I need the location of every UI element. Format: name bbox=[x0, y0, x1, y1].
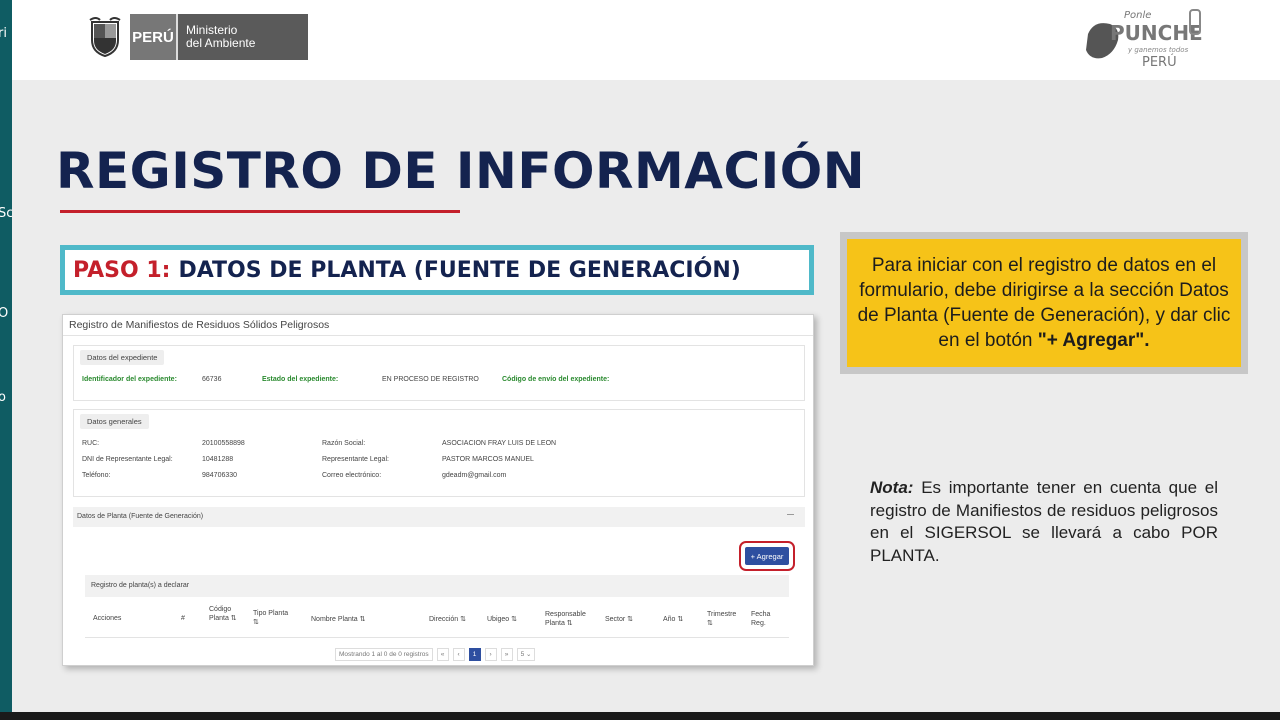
collapse-icon[interactable]: — bbox=[787, 511, 794, 518]
registro-plantas-title: Registro de planta(s) a declarar bbox=[91, 582, 190, 589]
instruction-callout: Para iniciar con el registro de datos en… bbox=[840, 232, 1248, 374]
step-banner-inner: PASO 1: DATOS DE PLANTA (FUENTE DE GENER… bbox=[65, 250, 809, 290]
minam-name: Ministerio del Ambiente bbox=[178, 24, 255, 50]
first-page-button[interactable]: « bbox=[436, 647, 449, 661]
telefono-label: Teléfono: bbox=[82, 472, 111, 479]
note-label: Nota: bbox=[870, 478, 914, 497]
correo-label: Correo electrónico: bbox=[322, 472, 382, 479]
per-page-select[interactable]: 5 ⌄ bbox=[516, 647, 536, 661]
expediente-id-value: 66736 bbox=[202, 376, 222, 383]
datos-planta-title: Datos de Planta (Fuente de Generación) bbox=[77, 513, 204, 520]
representante-value: PASTOR MARCOS MANUEL bbox=[442, 456, 534, 463]
column-header-nombre-planta[interactable]: Nombre Planta ⇅ bbox=[311, 615, 366, 623]
note-text: Es importante tener en cuenta que el reg… bbox=[870, 478, 1218, 565]
column-header-codigo-planta[interactable]: Código Planta ⇅ bbox=[209, 605, 241, 623]
last-page-button[interactable]: » bbox=[500, 647, 513, 661]
step-banner: PASO 1: DATOS DE PLANTA (FUENTE DE GENER… bbox=[60, 245, 814, 295]
representante-label: Representante Legal: bbox=[322, 456, 389, 463]
strip-char: o bbox=[0, 390, 6, 405]
left-window-strip: ri Sc O o bbox=[0, 0, 13, 720]
note-paragraph: Nota: Es importante tener en cuenta que … bbox=[870, 477, 1218, 567]
logo-text-2: PUNCHE bbox=[1110, 21, 1202, 45]
expediente-id-label: Identificador del expediente: bbox=[82, 376, 177, 383]
divider bbox=[63, 335, 813, 336]
page-1-button[interactable]: 1 bbox=[468, 647, 481, 661]
column-header-anio[interactable]: Año ⇅ bbox=[663, 615, 683, 623]
slide-title: REGISTRO DE INFORMACIÓN bbox=[56, 142, 866, 200]
table-divider bbox=[85, 637, 789, 638]
logo-text-3: y ganemos todos bbox=[1127, 46, 1189, 54]
next-page-button[interactable]: › bbox=[484, 647, 497, 661]
datos-planta-header[interactable]: Datos de Planta (Fuente de Generación) — bbox=[73, 507, 805, 527]
dni-label: DNI de Representante Legal: bbox=[82, 456, 173, 463]
column-header-acciones: Acciones bbox=[93, 615, 122, 622]
razon-social-label: Razón Social: bbox=[322, 440, 366, 447]
column-header-tipo-planta[interactable]: Tipo Planta ⇅ bbox=[253, 609, 293, 627]
expediente-estado-label: Estado del expediente: bbox=[262, 376, 339, 383]
title-underline bbox=[60, 210, 460, 213]
peru-coat-of-arms-icon bbox=[89, 17, 121, 58]
step-number: PASO 1: bbox=[73, 257, 171, 283]
expediente-codigo-label: Código de envío del expediente: bbox=[502, 376, 610, 383]
expediente-section-label: Datos del expediente bbox=[80, 350, 165, 365]
ruc-label: RUC: bbox=[82, 440, 100, 447]
expediente-panel: Datos del expediente Identificador del e… bbox=[73, 345, 805, 401]
prev-page-button[interactable]: ‹ bbox=[452, 647, 465, 661]
instruction-text: Para iniciar con el registro de datos en… bbox=[853, 253, 1235, 353]
minam-name-line2: del Ambiente bbox=[186, 36, 256, 50]
agregar-button[interactable]: + Agregar bbox=[745, 547, 789, 565]
column-header-sector[interactable]: Sector ⇅ bbox=[605, 615, 633, 623]
bottom-bar bbox=[0, 712, 1280, 720]
instruction-button-name: "+ Agregar". bbox=[1037, 330, 1150, 351]
column-header-responsable[interactable]: Responsable Planta ⇅ bbox=[545, 610, 591, 628]
strip-char: O bbox=[0, 306, 9, 321]
registro-plantas-header: Registro de planta(s) a declarar bbox=[85, 575, 789, 597]
agregar-highlight: + Agregar bbox=[739, 541, 795, 571]
column-header-numero: # bbox=[181, 615, 185, 622]
strip-char: ri bbox=[0, 26, 7, 41]
column-header-ubigeo[interactable]: Ubigeo ⇅ bbox=[487, 615, 517, 623]
datos-generales-section-label: Datos generales bbox=[80, 414, 149, 429]
dni-value: 10481288 bbox=[202, 456, 234, 463]
column-header-direccion[interactable]: Dirección ⇅ bbox=[429, 615, 466, 623]
form-screenshot: Registro de Manifiestos de Residuos Sóli… bbox=[62, 314, 814, 666]
pagination-summary: Mostrando 1 al 0 de 0 registros bbox=[335, 647, 433, 661]
instruction-callout-inner: Para iniciar con el registro de datos en… bbox=[847, 239, 1241, 367]
datos-generales-panel: Datos generales RUC: 20100558898 Razón S… bbox=[73, 409, 805, 497]
ruc-value: 20100558898 bbox=[202, 440, 245, 447]
minam-country: PERÚ bbox=[130, 14, 178, 60]
correo-value: gdeadm@gmail.com bbox=[442, 472, 507, 479]
minam-logo: PERÚ Ministerio del Ambiente bbox=[130, 14, 308, 60]
slide-header: PERÚ Ministerio del Ambiente Ponle PUNCH… bbox=[12, 0, 1280, 80]
logo-text-4: PERÚ bbox=[1142, 54, 1177, 70]
column-header-fecha-reg: Fecha Reg. bbox=[751, 611, 771, 627]
ponle-punche-logo: Ponle PUNCHE y ganemos todos PERÚ bbox=[1086, 9, 1202, 70]
pagination: Mostrando 1 al 0 de 0 registros « ‹ 1 › … bbox=[335, 647, 536, 661]
column-header-trimestre[interactable]: Trimestre ⇅ bbox=[707, 610, 741, 628]
razon-social-value: ASOCIACION FRAY LUIS DE LEON bbox=[442, 440, 557, 447]
expediente-estado-value: EN PROCESO DE REGISTRO bbox=[382, 376, 479, 383]
step-title: DATOS DE PLANTA (FUENTE DE GENERACIÓN) bbox=[178, 257, 741, 283]
form-title: Registro de Manifiestos de Residuos Sóli… bbox=[69, 319, 330, 331]
presentation-slide: PERÚ Ministerio del Ambiente Ponle PUNCH… bbox=[12, 0, 1280, 712]
telefono-value: 984706330 bbox=[202, 472, 238, 479]
logo-text-1: Ponle bbox=[1124, 10, 1151, 21]
